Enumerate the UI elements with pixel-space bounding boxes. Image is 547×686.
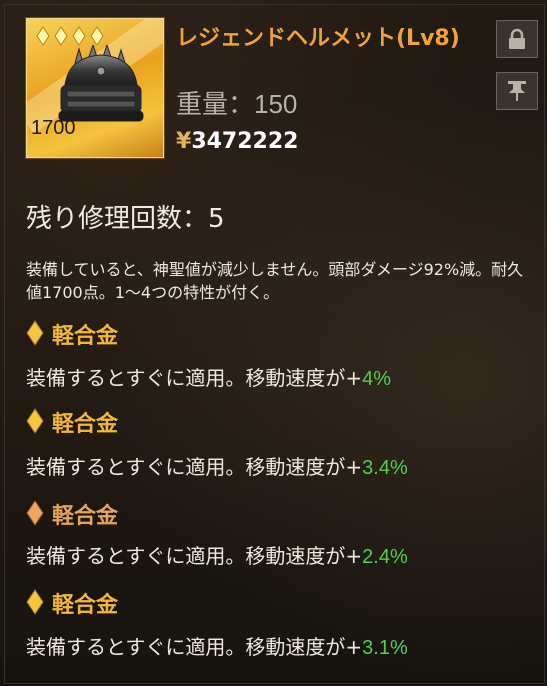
trait-text: 装備するとすぐに適用。移動速度が+ (26, 366, 363, 390)
star-icon (72, 26, 86, 46)
trait-value: 3.4% (362, 457, 408, 479)
trait-text: 装備するとすぐに適用。移動速度が+ (26, 544, 363, 568)
price-value: 3472222 (191, 129, 299, 154)
repair-count: 残り修理回数：5 (26, 204, 225, 234)
item-name: レジェンドヘルメット(Lv8) (176, 26, 460, 51)
trait-title: 軽合金 (26, 587, 118, 619)
durability-badge: 1700 (31, 117, 76, 139)
diamond-icon (26, 408, 44, 434)
trait-description: 装備するとすぐに適用。移動速度が+4% (26, 362, 391, 391)
trait-description: 装備するとすぐに適用。移動速度が+3.1% (26, 631, 408, 660)
rarity-stars (36, 26, 104, 46)
diamond-icon (26, 320, 44, 346)
trait-name: 軽合金 (52, 324, 119, 349)
trait-description: 装備するとすぐに適用。移動速度が+3.4% (26, 451, 408, 480)
trait-value: 2.4% (362, 546, 408, 568)
star-icon (90, 26, 104, 46)
trait-text: 装備するとすぐに適用。移動速度が+ (26, 455, 363, 479)
lock-icon (509, 28, 525, 49)
trait-name: 軽合金 (52, 593, 119, 618)
item-price: ¥3472222 (176, 129, 298, 154)
item-icon-tile[interactable]: 1700 (26, 18, 164, 158)
diamond-icon (26, 500, 44, 526)
trait-description: 装備するとすぐに適用。移動速度が+2.4% (26, 540, 408, 569)
trait-value: 4% (362, 368, 392, 390)
pin-icon (508, 81, 526, 101)
weight-label: 重量： (176, 90, 255, 120)
lock-button[interactable] (496, 20, 538, 58)
helmet-icon (58, 45, 144, 122)
trait-text: 装備するとすぐに適用。移動速度が+ (26, 635, 363, 659)
diamond-icon (26, 589, 44, 615)
item-weight: 重量：150 (176, 84, 297, 121)
trait-name: 軽合金 (52, 412, 119, 437)
trait-title: 軽合金 (26, 498, 118, 530)
item-description: 装備していると、神聖値が減少しません。頭部ダメージ92%減。耐久値1700点。1… (26, 260, 524, 302)
trait-value: 3.1% (362, 637, 408, 659)
pin-button[interactable] (496, 72, 538, 110)
trait-title: 軽合金 (26, 318, 118, 350)
currency-symbol: ¥ (176, 129, 192, 154)
trait-title: 軽合金 (26, 406, 118, 438)
weight-value: 150 (254, 89, 298, 119)
trait-name: 軽合金 (52, 504, 119, 529)
star-icon (36, 26, 50, 46)
star-icon (54, 26, 68, 46)
